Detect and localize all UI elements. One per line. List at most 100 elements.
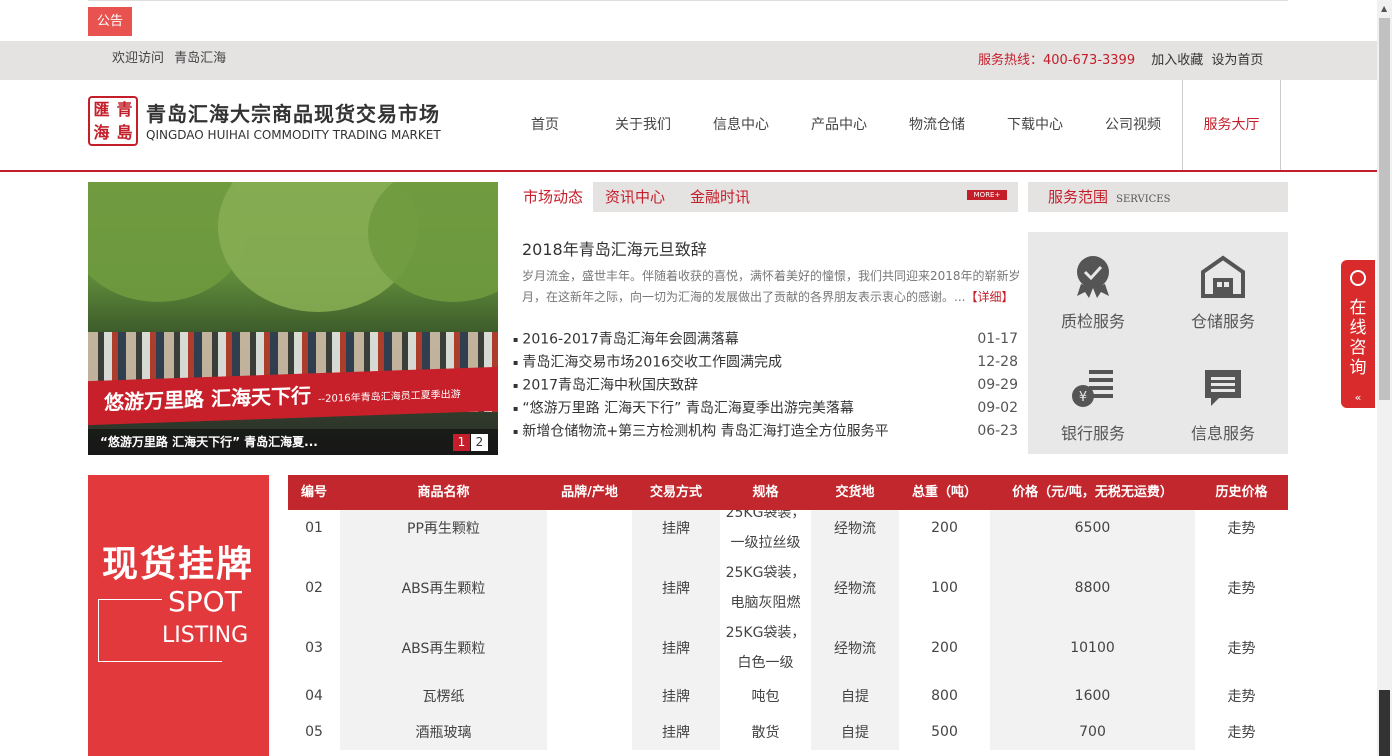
service-label: 信息服务 bbox=[1190, 424, 1255, 443]
spot-title-en1: SPOT bbox=[168, 585, 242, 618]
service-label: 质检服务 bbox=[1060, 312, 1125, 331]
service-quality[interactable]: 质检服务 bbox=[1028, 254, 1158, 332]
spec-line: 25KG袋装， bbox=[725, 510, 806, 521]
cell-price: 1600 bbox=[990, 678, 1195, 714]
news-summary: 岁月流金，盛世丰年。伴随着收获的喜悦，满怀着美好的憧憬，我们共同迎来2018年的… bbox=[522, 266, 1022, 308]
cell-spec: 25KG袋装， 白色一级 bbox=[720, 618, 811, 678]
trend-link[interactable]: 走势 bbox=[1195, 558, 1288, 618]
tab-market-news[interactable]: 市场动态 bbox=[513, 182, 593, 212]
service-warehouse[interactable]: 仓储服务 bbox=[1158, 254, 1288, 332]
services-panel: 质检服务 仓储服务 ¥ 银行服务 信息服务 bbox=[1028, 232, 1288, 454]
top-links: 服务热线：400-673-3399 加入收藏 设为首页 bbox=[978, 41, 1263, 81]
cell-price: 6500 bbox=[990, 510, 1195, 558]
trend-link[interactable]: 走势 bbox=[1195, 618, 1288, 678]
cell-spec: 25KG袋装， 一级拉丝级 bbox=[720, 510, 811, 558]
cell-place: 经物流 bbox=[811, 510, 899, 558]
cell-place: 经物流 bbox=[811, 558, 899, 618]
scrollbar[interactable]: ▲ bbox=[1377, 0, 1392, 756]
news-headline[interactable]: 2018年青岛汇海元旦致辞 bbox=[522, 236, 707, 260]
tab-finance-news[interactable]: 金融时讯 bbox=[690, 182, 750, 212]
service-info[interactable]: 信息服务 bbox=[1158, 366, 1288, 444]
detail-link[interactable]: 【详细】 bbox=[965, 290, 1013, 304]
col-place: 交货地 bbox=[835, 485, 875, 500]
add-favorite-link[interactable]: 加入收藏 bbox=[1151, 53, 1203, 68]
nav-home[interactable]: 首页 bbox=[496, 80, 594, 170]
cell-brand bbox=[547, 618, 632, 678]
cell-mode: 挂牌 bbox=[632, 510, 720, 558]
cell-no: 05 bbox=[305, 724, 323, 740]
site-header: 匯 青 海 島 青岛汇海大宗商品现货交易市场 QINGDAO HUIHAI CO… bbox=[0, 80, 1377, 172]
cell-no: 03 bbox=[305, 640, 323, 656]
list-item[interactable]: 青岛汇海交易市场2016交收工作圆满完成 12-28 bbox=[513, 351, 1018, 374]
main-nav: 首页 关于我们 信息中心 产品中心 物流仓储 下载中心 公司视频 服务大厅 bbox=[496, 80, 1281, 170]
spec-line: 一级拉丝级 bbox=[730, 535, 801, 551]
online-consult-button[interactable]: 在线咨询 « bbox=[1341, 260, 1375, 408]
list-item[interactable]: 2016-2017青岛汇海年会圆满落幕 01-17 bbox=[513, 328, 1018, 351]
site-title: 青岛汇海大宗商品现货交易市场 bbox=[146, 102, 440, 126]
nav-download[interactable]: 下载中心 bbox=[986, 80, 1084, 170]
news-tabs: 市场动态 资讯中心 金融时讯 MORE+ bbox=[513, 182, 1018, 212]
more-button[interactable]: MORE+ bbox=[967, 190, 1007, 200]
cell-mode: 挂牌 bbox=[632, 714, 720, 750]
cell-place: 自提 bbox=[811, 678, 899, 714]
pager-2[interactable]: 2 bbox=[471, 434, 488, 451]
cell-no: 01 bbox=[305, 520, 323, 536]
scroll-up-icon[interactable]: ▲ bbox=[1381, 4, 1387, 13]
spec-line: 白色一级 bbox=[737, 655, 794, 671]
nav-video[interactable]: 公司视频 bbox=[1084, 80, 1182, 170]
news-title[interactable]: 2016-2017青岛汇海年会圆满落幕 bbox=[513, 328, 738, 351]
cell-weight: 100 bbox=[931, 580, 958, 596]
trend-link[interactable]: 走势 bbox=[1195, 678, 1288, 714]
cell-no: 04 bbox=[305, 688, 323, 704]
logo-icon[interactable]: 匯 青 海 島 bbox=[88, 96, 138, 146]
cell-mode: 挂牌 bbox=[632, 558, 720, 618]
trend-link[interactable]: 走势 bbox=[1195, 714, 1288, 750]
nav-about[interactable]: 关于我们 bbox=[594, 80, 692, 170]
col-mode: 交易方式 bbox=[649, 485, 702, 500]
news-title[interactable]: 2017青岛汇海中秋国庆致辞 bbox=[513, 374, 698, 397]
col-spec: 规格 bbox=[752, 485, 779, 500]
spot-title-en2: LISTING bbox=[162, 623, 249, 648]
scrollbar-grip bbox=[1379, 690, 1390, 756]
list-item[interactable]: “悠游万里路 汇海天下行” 青岛汇海夏季出游完美落幕 09-02 bbox=[513, 397, 1018, 420]
table-body[interactable]: 01 PP再生颗粒 挂牌 25KG袋装， 一级拉丝级 经物流 200 6500 走… bbox=[288, 510, 1288, 756]
service-bank[interactable]: ¥ 银行服务 bbox=[1028, 366, 1158, 444]
trend-link[interactable]: 走势 bbox=[1195, 510, 1288, 558]
table-row: 04 瓦楞纸 挂牌 吨包 自提 800 1600 走势 bbox=[288, 678, 1288, 714]
scrollbar-thumb[interactable] bbox=[1379, 18, 1390, 400]
cell-weight: 500 bbox=[931, 724, 958, 740]
news-date: 09-29 bbox=[977, 377, 1018, 393]
banner-caption[interactable]: “悠游万里路 汇海天下行” 青岛汇海夏... bbox=[88, 429, 498, 455]
cell-brand bbox=[547, 558, 632, 618]
list-item[interactable]: 2017青岛汇海中秋国庆致辞 09-29 bbox=[513, 374, 1018, 397]
cell-price: 700 bbox=[990, 714, 1195, 750]
notice-tag[interactable]: 公告 bbox=[88, 7, 132, 36]
nav-info[interactable]: 信息中心 bbox=[692, 80, 790, 170]
set-homepage-link[interactable]: 设为首页 bbox=[1211, 53, 1263, 68]
list-item[interactable]: 新增仓储物流+第三方检测机构 青岛汇海打造全方位服务平 06-23 bbox=[513, 420, 1018, 443]
logo-char: 海 bbox=[93, 123, 110, 142]
welcome-label: 欢迎访问 bbox=[112, 51, 165, 66]
news-title[interactable]: “悠游万里路 汇海天下行” 青岛汇海夏季出游完美落幕 bbox=[513, 397, 853, 420]
news-title[interactable]: 青岛汇海交易市场2016交收工作圆满完成 bbox=[513, 351, 782, 374]
col-name: 商品名称 bbox=[417, 485, 470, 500]
nav-products[interactable]: 产品中心 bbox=[790, 80, 888, 170]
banner-slider[interactable]: 悠游万里路 汇海天下行 --2016年青岛汇海员工夏季出游 “悠游万里路 汇海天… bbox=[88, 182, 498, 455]
news-title[interactable]: 新增仓储物流+第三方检测机构 青岛汇海打造全方位服务平 bbox=[513, 420, 888, 443]
news-date: 06-23 bbox=[977, 423, 1018, 439]
nav-logistics[interactable]: 物流仓储 bbox=[888, 80, 986, 170]
cell-weight: 200 bbox=[931, 520, 958, 536]
nav-service-hall[interactable]: 服务大厅 bbox=[1182, 80, 1281, 170]
services-title-en: SERVICES bbox=[1116, 194, 1171, 205]
news-list: 2016-2017青岛汇海年会圆满落幕 01-17 青岛汇海交易市场2016交收工… bbox=[513, 328, 1018, 443]
cell-no: 02 bbox=[305, 580, 323, 596]
double-chevron-left-icon: « bbox=[1354, 391, 1362, 404]
logo-char: 匯 bbox=[93, 100, 110, 119]
tab-info-center[interactable]: 资讯中心 bbox=[605, 182, 665, 212]
pager-1[interactable]: 1 bbox=[453, 434, 470, 451]
col-history: 历史价格 bbox=[1215, 485, 1268, 500]
news-date: 01-17 bbox=[977, 331, 1018, 347]
flag-subtext: --2016年青岛汇海员工夏季出游 bbox=[317, 389, 461, 406]
cell-spec: 25KG袋装， 电脑灰阻燃 bbox=[720, 558, 811, 618]
col-price: 价格（元/吨，无税无运费） bbox=[1012, 485, 1173, 500]
